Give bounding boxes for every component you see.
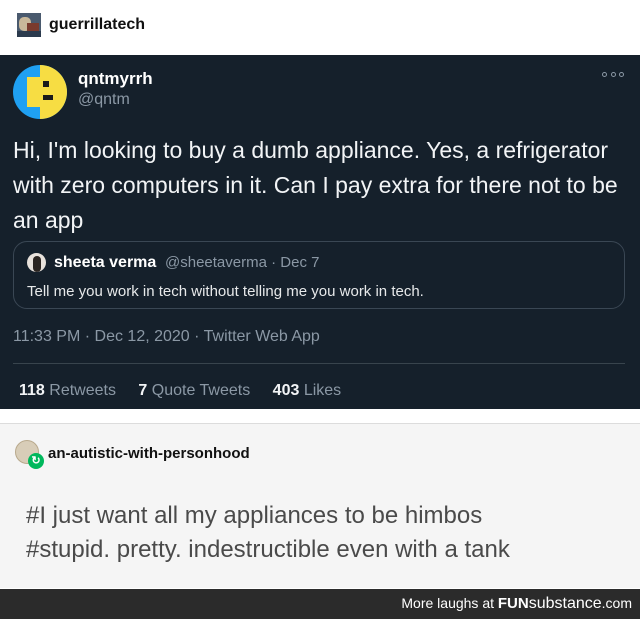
tweet-timestamp: 11:33 PM · Dec 12, 2020 · Twitter Web Ap… <box>13 328 320 345</box>
quoted-tweet[interactable]: sheeta verma @sheetaverma · Dec 7 Tell m… <box>13 241 625 309</box>
reblogger-username[interactable]: an-autistic-with-personhood <box>48 445 250 462</box>
blog-avatar[interactable] <box>17 13 41 37</box>
tweet-handle[interactable]: @qntm <box>78 91 130 109</box>
post-header: guerrillatech <box>0 0 640 55</box>
tweet-text: Hi, I'm looking to buy a dumb appliance.… <box>13 137 618 233</box>
retweets-stat[interactable]: 118 Retweets <box>19 382 116 399</box>
watermark-footer: More laughs at FUNsubstance.com <box>0 589 640 619</box>
reblogger-avatar[interactable]: ↻ <box>15 440 44 469</box>
quoted-handle-date: @sheetaverma · Dec 7 <box>165 254 320 271</box>
tweet-author-avatar[interactable] <box>13 65 67 119</box>
watermark-text: More laughs at FUNsubstance.com <box>401 595 632 612</box>
tweet-card: qntmyrrh @qntm Hi, I'm looking to buy a … <box>0 55 640 409</box>
quoted-text: Tell me you work in tech without telling… <box>27 283 424 300</box>
tag[interactable]: #stupid. pretty. indestructible even wit… <box>26 533 510 567</box>
tweet-display-name[interactable]: qntmyrrh <box>78 69 153 89</box>
quoted-display-name: sheeta verma <box>54 254 157 271</box>
quoted-author-avatar <box>27 253 46 272</box>
likes-stat[interactable]: 403 Likes <box>273 382 342 399</box>
spacer <box>0 409 640 423</box>
reblog-entry: ↻ an-autistic-with-personhood #I just wa… <box>0 423 640 588</box>
tag[interactable]: #I just want all my appliances to be him… <box>26 499 510 533</box>
tweet-stats: 118 Retweets 7 Quote Tweets 403 Likes <box>19 382 359 400</box>
quote-tweets-stat[interactable]: 7 Quote Tweets <box>138 382 250 399</box>
divider <box>13 363 625 364</box>
blog-username[interactable]: guerrillatech <box>49 16 145 34</box>
reblog-icon: ↻ <box>28 453 44 469</box>
more-options-icon[interactable] <box>602 69 624 79</box>
reblog-tags: #I just want all my appliances to be him… <box>26 499 510 567</box>
